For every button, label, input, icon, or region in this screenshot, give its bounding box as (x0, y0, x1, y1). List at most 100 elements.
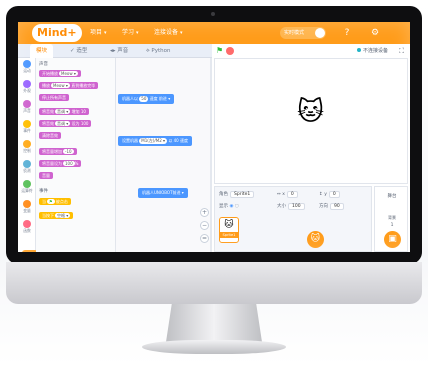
script-block-move-forward[interactable]: 机器人以 50 速度 前进 ▾ (118, 94, 175, 104)
effect-dropdown[interactable]: 音调 ▾ (55, 109, 71, 114)
sprite-thumbnail[interactable]: 🐱 Sprite1 (219, 217, 239, 243)
category-functions[interactable]: 函数 (18, 220, 36, 233)
block-when-key-pressed[interactable]: 当按下 空格 ▾ (39, 212, 74, 219)
status-dot-icon (356, 48, 361, 52)
green-flag-icon: ⚑ (47, 199, 55, 204)
category-looks[interactable]: 外观 (18, 80, 36, 93)
sprite-size-field[interactable]: 100 (288, 203, 305, 210)
sprite-name-field[interactable]: Sprite1 (230, 191, 255, 198)
stage-canvas[interactable]: 🐱 (214, 58, 408, 184)
volume-input[interactable]: 100 (63, 161, 75, 166)
block-set-volume[interactable]: 将音量设为 100% (39, 160, 82, 167)
zoom-out-icon[interactable]: − (200, 221, 209, 230)
eye-off-icon[interactable]: ◌ (235, 204, 239, 209)
cat-sprite-icon: 🐱 (224, 220, 234, 230)
fullscreen-icon[interactable]: ⛶ (399, 44, 404, 58)
tab-costumes[interactable]: ✓ 造型 (70, 44, 87, 58)
zoom-reset-icon[interactable]: = (200, 234, 209, 243)
chevron-down-icon: ▾ (136, 30, 139, 36)
stage-backdrop-panel[interactable]: 舞台 背景 1 ▣ (374, 186, 408, 252)
top-menu-bar: Mind+ 项目 ▾ 学习 ▾ 连接设备 ▾ 实时模式 ? ⚙ (18, 22, 410, 44)
device-mode-label: 不连接设备 (356, 44, 388, 58)
script-block-set-motor[interactable]: 设置机器 M1(左)/M2 ▾ 以 40 速度 (118, 136, 192, 146)
menu-learn[interactable]: 学习 ▾ (122, 22, 139, 44)
help-icon[interactable]: ? (340, 26, 354, 40)
menu-connect-device[interactable]: 连接设备 ▾ (154, 22, 183, 44)
stage-title: 舞台 (387, 194, 397, 199)
chevron-down-icon: ▾ (180, 30, 183, 36)
realtime-mode-toggle[interactable]: 实时模式 (280, 27, 326, 39)
tab-python[interactable]: ⟡ Python (146, 44, 170, 58)
category-dot-icon (23, 200, 31, 208)
stage-header: ⚑ 不连接设备 ⛶ (212, 44, 410, 58)
block-set-effect[interactable]: 将音效 音调 ▾ 设为 100 (39, 120, 92, 127)
block-palette: 声音 开始播放 Meow ▾ 播放 Meow ▾ 直到播放完毕 停止所有声音 将音效… (36, 58, 116, 252)
monitor-stand (166, 304, 262, 342)
category-variables[interactable]: 变量 (18, 200, 36, 213)
monitor-mockup: Mind+ 项目 ▾ 学习 ▾ 连接设备 ▾ 实时模式 ? ⚙ 模块 ✓ 造型 ◂▸ … (0, 0, 428, 365)
backdrop-count: 1 (390, 223, 394, 228)
sprite-x-row: ↔ x0 (277, 191, 298, 198)
app-screen: Mind+ 项目 ▾ 学习 ▾ 连接设备 ▾ 实时模式 ? ⚙ 模块 ✓ 造型 ◂▸ … (18, 22, 410, 252)
category-operators[interactable]: 运算符 (18, 180, 36, 193)
sprite-y-row: ↕ y0 (319, 191, 340, 198)
stop-icon[interactable] (226, 47, 234, 55)
green-flag-icon[interactable]: ⚑ (216, 47, 223, 55)
sound-dropdown[interactable]: Meow ▾ (59, 71, 78, 76)
app-logo: Mind+ (32, 24, 82, 42)
palette-heading-sound: 声音 (39, 62, 48, 67)
block-clear-effects[interactable]: 清除音效 (39, 132, 61, 139)
volume-input[interactable]: -10 (63, 149, 74, 154)
block-play-until-done[interactable]: 播放 Meow ▾ 直到播放完毕 (39, 82, 99, 89)
sprite-size-row: 大小 100 (277, 203, 305, 210)
block-volume-reporter[interactable]: 音量 (39, 172, 53, 179)
category-motion[interactable]: 运动 (18, 60, 36, 73)
settings-icon[interactable]: ⚙ (368, 26, 382, 40)
block-start-sound[interactable]: 开始播放 Meow ▾ (39, 70, 81, 77)
category-dot-icon (23, 160, 31, 168)
add-backdrop-button[interactable]: ▣ (384, 231, 401, 248)
category-dot-icon (23, 80, 31, 88)
tab-sounds[interactable]: ◂▸ 声音 (110, 44, 128, 58)
key-dropdown[interactable]: 空格 ▾ (55, 213, 71, 218)
sound-dropdown[interactable]: Meow ▾ (51, 83, 70, 88)
category-sound[interactable]: 声音 (18, 100, 36, 113)
speed-input[interactable]: 50 (139, 96, 149, 102)
toggle-knob (315, 28, 325, 38)
script-area[interactable]: 机器人以 50 速度 前进 ▾ 设置机器 M1(左)/M2 ▾ 以 40 速度 … (116, 58, 212, 252)
cat-sprite-icon[interactable]: 🐱 (297, 99, 324, 125)
motor-dropdown[interactable]: M1(左)/M2 ▾ (139, 138, 168, 144)
category-list: 运动 外观 声音 事件 控制 侦测 运算符 变量 函数 扩展 (18, 58, 38, 252)
category-dot-icon (23, 220, 31, 228)
block-change-volume[interactable]: 将音量增加 -10 (39, 148, 77, 155)
category-dot-icon (23, 60, 31, 68)
category-sensing[interactable]: 侦测 (18, 160, 36, 173)
script-block-uniobot-forward[interactable]: 机器人UNIOBOT前进 ▾ (138, 188, 188, 198)
palette-heading-events: 事件 (39, 189, 48, 194)
category-dot-icon (23, 100, 31, 108)
category-dot-icon (23, 180, 31, 188)
sprite-direction-row: 方向 90 (319, 203, 344, 210)
block-stop-all-sounds[interactable]: 停止所有声音 (39, 94, 69, 101)
block-change-effect[interactable]: 将音效 音调 ▾ 增加 10 (39, 108, 89, 115)
sprite-x-field[interactable]: 0 (286, 191, 298, 198)
sprite-direction-field[interactable]: 90 (330, 203, 344, 210)
sprite-info-panel: 角色 Sprite1 ↔ x0 ↕ y0 显示 ◉ ◌ 大小 100 方向 90 🐱 S… (214, 186, 372, 252)
zoom-in-icon[interactable]: + (200, 208, 209, 217)
eye-icon[interactable]: ◉ (229, 204, 233, 209)
block-when-flag-clicked[interactable]: 当 ⚑ 被点击 (39, 198, 71, 205)
tab-blocks[interactable]: 模块 (30, 44, 54, 58)
sprite-name-row: 角色 Sprite1 (219, 191, 255, 198)
monitor-base (142, 340, 286, 354)
monitor-chin (6, 262, 422, 304)
webcam (211, 12, 215, 16)
category-events[interactable]: 事件 (18, 120, 36, 133)
panel-divider (210, 58, 212, 252)
menu-project[interactable]: 项目 ▾ (90, 22, 107, 44)
sprite-y-field[interactable]: 0 (328, 191, 340, 198)
chevron-down-icon: ▾ (104, 30, 107, 36)
backdrop-label: 背景 (388, 215, 396, 220)
category-control[interactable]: 控制 (18, 140, 36, 153)
effect-dropdown[interactable]: 音调 ▾ (55, 121, 71, 126)
add-sprite-button[interactable]: 🐱 (307, 231, 324, 248)
